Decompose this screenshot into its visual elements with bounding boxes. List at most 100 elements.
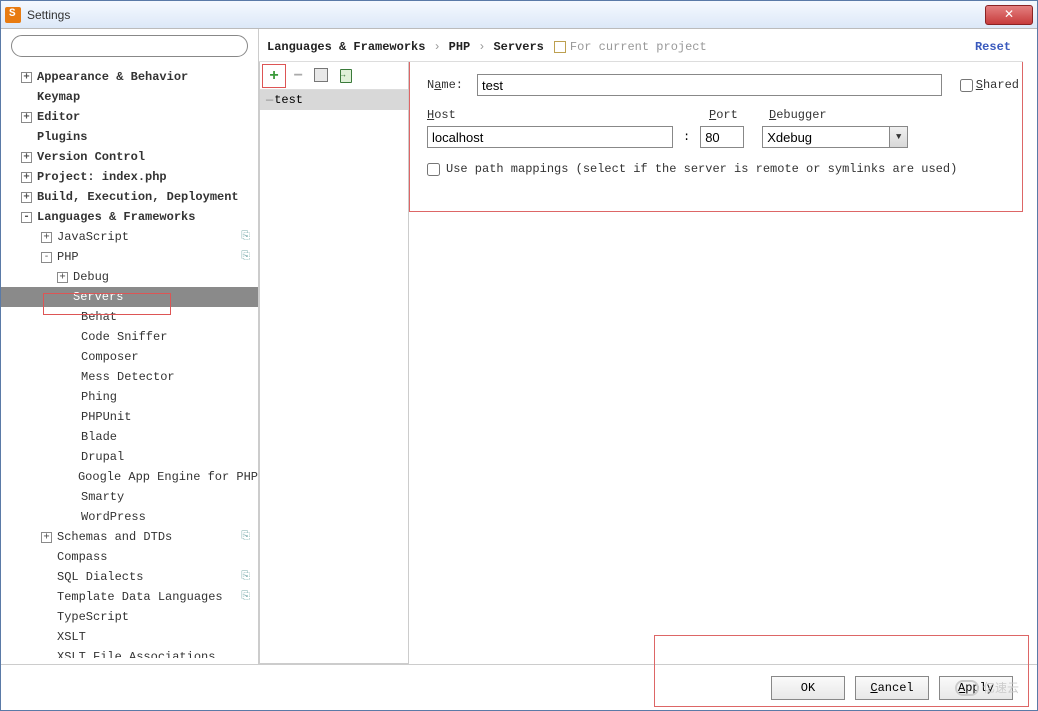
tree-row-xslt-file-associations[interactable]: XSLT File Associations — [1, 647, 258, 658]
tree-row-phing[interactable]: Phing — [1, 387, 258, 407]
expand-icon[interactable]: + — [41, 532, 52, 543]
reset-link[interactable]: Reset — [975, 40, 1011, 54]
tree-row-sql-dialects[interactable]: SQL Dialects⎘ — [1, 567, 258, 587]
tree-label: Code Sniffer — [81, 330, 167, 344]
expand-icon — [65, 472, 73, 483]
tree-row-javascript[interactable]: +JavaScript⎘ — [1, 227, 258, 247]
shared-checkbox[interactable] — [960, 79, 973, 92]
tree-row-mess-detector[interactable]: Mess Detector — [1, 367, 258, 387]
copy-server-button[interactable] — [312, 66, 332, 86]
settings-tree[interactable]: + Appearance & Behavior Keymap +EditorPlugi… — [1, 63, 258, 658]
tree-row-typescript[interactable]: TypeScript — [1, 607, 258, 627]
project-scope-icon — [554, 41, 566, 53]
tree-row-code-sniffer[interactable]: Code Sniffer — [1, 327, 258, 347]
tree-row-smarty[interactable]: Smarty — [1, 487, 258, 507]
breadcrumb: Languages & Frameworks › PHP › Servers F… — [259, 29, 1023, 59]
main-panel: Languages & Frameworks › PHP › Servers F… — [259, 29, 1037, 664]
server-list-panel: + − — test — [259, 62, 409, 664]
port-label: Port — [709, 108, 769, 122]
tree-row-keymap[interactable]: Keymap — [1, 87, 258, 107]
breadcrumb-sep-icon: › — [478, 40, 485, 54]
server-list[interactable]: — test — [260, 90, 408, 663]
close-button[interactable]: ✕ — [985, 5, 1033, 25]
remove-server-button[interactable]: − — [288, 66, 308, 86]
tree-row-appearance-behavior[interactable]: + Appearance & Behavior — [1, 67, 258, 87]
tree-row-behat[interactable]: Behat — [1, 307, 258, 327]
expand-icon[interactable]: + — [21, 112, 32, 123]
breadcrumb-1[interactable]: Languages & Frameworks — [267, 40, 425, 54]
expand-icon — [21, 92, 32, 103]
tree-row-editor[interactable]: +Editor — [1, 107, 258, 127]
tree-label: Smarty — [81, 490, 124, 504]
tree-row-version-control[interactable]: +Version Control — [1, 147, 258, 167]
tree-row-phpunit[interactable]: PHPUnit — [1, 407, 258, 427]
tree-label: Composer — [81, 350, 139, 364]
host-label: Host — [427, 108, 687, 122]
tree-row-debug[interactable]: +Debug — [1, 267, 258, 287]
breadcrumb-scope: For current project — [570, 40, 707, 54]
tree-row-schemas-and-dtds[interactable]: +Schemas and DTDs⎘ — [1, 527, 258, 547]
path-mappings-checkbox[interactable] — [427, 163, 440, 176]
project-scope-icon: ⎘ — [241, 591, 250, 603]
titlebar: Settings ✕ — [1, 1, 1037, 29]
server-name-input[interactable] — [477, 74, 942, 96]
tree-row-plugins[interactable]: Plugins — [1, 127, 258, 147]
server-form: Name: Shared Host Port Debugger — [409, 62, 1023, 664]
tree-row-template-data-languages[interactable]: Template Data Languages⎘ — [1, 587, 258, 607]
window-title: Settings — [27, 8, 985, 22]
tree-row-google-app-engine-for-php[interactable]: Google App Engine for PHP — [1, 467, 258, 487]
expand-icon[interactable]: + — [41, 232, 52, 243]
tree-label: Appearance & Behavior — [37, 70, 188, 84]
cancel-button[interactable]: Cancel — [855, 676, 929, 700]
ok-button[interactable]: OK — [771, 676, 845, 700]
search-input[interactable] — [11, 35, 248, 57]
tree-row-drupal[interactable]: Drupal — [1, 447, 258, 467]
tree-row-wordpress[interactable]: WordPress — [1, 507, 258, 527]
tree-label: PHP — [57, 250, 79, 264]
tree-row-blade[interactable]: Blade — [1, 427, 258, 447]
expand-icon — [65, 432, 76, 443]
settings-window: Settings ✕ +Appearance & BehaviorKeymap+… — [0, 0, 1038, 711]
tree-label: Keymap — [37, 90, 80, 104]
port-input[interactable] — [700, 126, 744, 148]
tree-row-project-index-php[interactable]: +Project: index.php — [1, 167, 258, 187]
expand-icon — [65, 492, 76, 503]
tree-handle-icon: — — [266, 93, 272, 107]
tree-row-build-execution-deployment[interactable]: +Build, Execution, Deployment — [1, 187, 258, 207]
add-server-button[interactable]: + — [264, 66, 284, 86]
tree-label: XSLT — [57, 630, 86, 644]
minus-icon: − — [293, 67, 303, 85]
expand-icon — [21, 132, 32, 143]
tree-row-composer[interactable]: Composer — [1, 347, 258, 367]
app-icon — [5, 7, 21, 23]
expand-icon[interactable]: - — [21, 212, 32, 223]
expand-icon[interactable]: + — [21, 172, 32, 183]
tree-label: PHPUnit — [81, 410, 131, 424]
expand-icon[interactable]: - — [41, 252, 52, 263]
host-port-separator: : — [683, 130, 690, 144]
import-server-button[interactable] — [336, 66, 356, 86]
tree-label: JavaScript — [57, 230, 129, 244]
tree-row-php[interactable]: -PHP⎘ — [1, 247, 258, 267]
host-input[interactable] — [427, 126, 673, 148]
debugger-label: Debugger — [769, 108, 827, 122]
expand-icon[interactable]: + — [57, 272, 68, 283]
breadcrumb-2[interactable]: PHP — [449, 40, 471, 54]
tree-row-languages-frameworks[interactable]: -Languages & Frameworks — [1, 207, 258, 227]
shared-checkbox-wrap[interactable]: Shared — [960, 78, 1019, 92]
expand-icon — [65, 332, 76, 343]
tree-row-compass[interactable]: Compass — [1, 547, 258, 567]
import-icon — [340, 69, 352, 83]
path-mappings-label: Use path mappings (select if the server … — [446, 162, 957, 176]
tree-label: WordPress — [81, 510, 146, 524]
expand-icon[interactable]: + — [21, 192, 32, 203]
tree-row-servers[interactable]: Servers — [1, 287, 258, 307]
copy-icon — [316, 70, 328, 82]
expand-icon[interactable]: + — [21, 72, 32, 83]
tree-row-xslt[interactable]: XSLT — [1, 627, 258, 647]
expand-icon[interactable]: + — [21, 152, 32, 163]
debugger-select[interactable]: Xdebug — [762, 126, 908, 148]
tree-label: Drupal — [81, 450, 124, 464]
server-list-item[interactable]: — test — [260, 90, 408, 110]
apply-button[interactable]: Apply — [939, 676, 1013, 700]
